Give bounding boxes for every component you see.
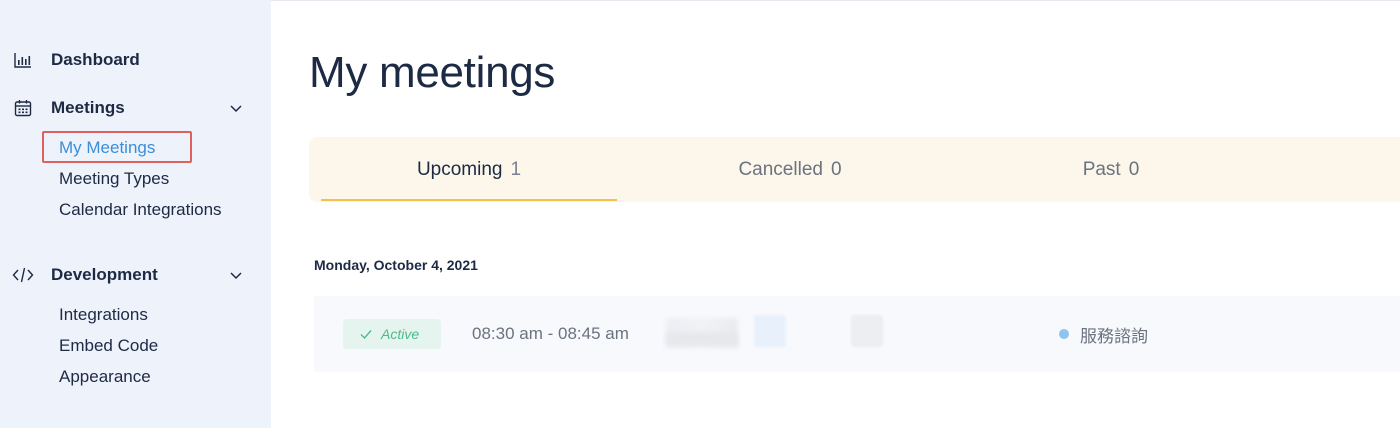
tab-past[interactable]: Past 0 (963, 137, 1259, 202)
meeting-type-label: 服務諮詢 (1080, 327, 1148, 346)
sidebar-item-label: Development (51, 265, 158, 284)
sidebar-item-integrations[interactable]: Integrations (59, 305, 148, 325)
redacted-block (754, 315, 786, 347)
sidebar-item-development[interactable]: Development (0, 260, 271, 290)
sidebar-item-label: Meetings (51, 98, 125, 117)
tab-count: 0 (830, 158, 842, 180)
date-heading: Monday, October 4, 2021 (314, 257, 478, 273)
meeting-type-dot (1059, 329, 1069, 339)
meeting-tabs: Upcoming 1 Cancelled 0 Past 0 (309, 137, 1400, 202)
sidebar-item-calendar-integrations[interactable]: Calendar Integrations (59, 200, 222, 220)
page-title: My meetings (309, 48, 556, 97)
tab-cancelled[interactable]: Cancelled 0 (642, 137, 938, 202)
sidebar-item-meetings[interactable]: Meetings (0, 93, 271, 123)
sidebar-item-meeting-types[interactable]: Meeting Types (59, 169, 169, 189)
redacted-invitee-detail (666, 332, 738, 346)
redacted-block (851, 315, 883, 347)
bar-chart-icon (12, 49, 34, 71)
tab-upcoming[interactable]: Upcoming 1 (321, 137, 617, 202)
sidebar-item-dashboard[interactable]: Dashboard (0, 45, 271, 75)
sidebar: Dashboard Meetings My Meetings Meeting T… (0, 0, 271, 428)
tab-label: Upcoming (416, 158, 503, 180)
check-icon (360, 330, 372, 340)
sidebar-item-my-meetings[interactable]: My Meetings (59, 138, 155, 158)
chevron-down-icon[interactable] (228, 100, 244, 116)
tab-label: Cancelled (738, 158, 823, 180)
sidebar-item-label: Dashboard (51, 50, 140, 69)
sidebar-item-appearance[interactable]: Appearance (59, 367, 151, 387)
status-badge: Active (343, 319, 441, 349)
tab-label: Past (1082, 158, 1121, 180)
sidebar-item-embed-code[interactable]: Embed Code (59, 336, 158, 356)
calendar-icon (12, 97, 34, 119)
top-divider (271, 0, 1400, 1)
status-label: Active (381, 326, 420, 342)
chevron-down-icon[interactable] (228, 267, 244, 283)
tab-count: 0 (1128, 158, 1140, 180)
meeting-row[interactable]: Active 08:30 am - 08:45 am 服務諮詢 (314, 296, 1400, 372)
active-tab-indicator (321, 199, 617, 201)
code-icon (12, 264, 34, 286)
tab-count: 1 (510, 158, 522, 180)
meeting-time: 08:30 am - 08:45 am (472, 324, 629, 343)
